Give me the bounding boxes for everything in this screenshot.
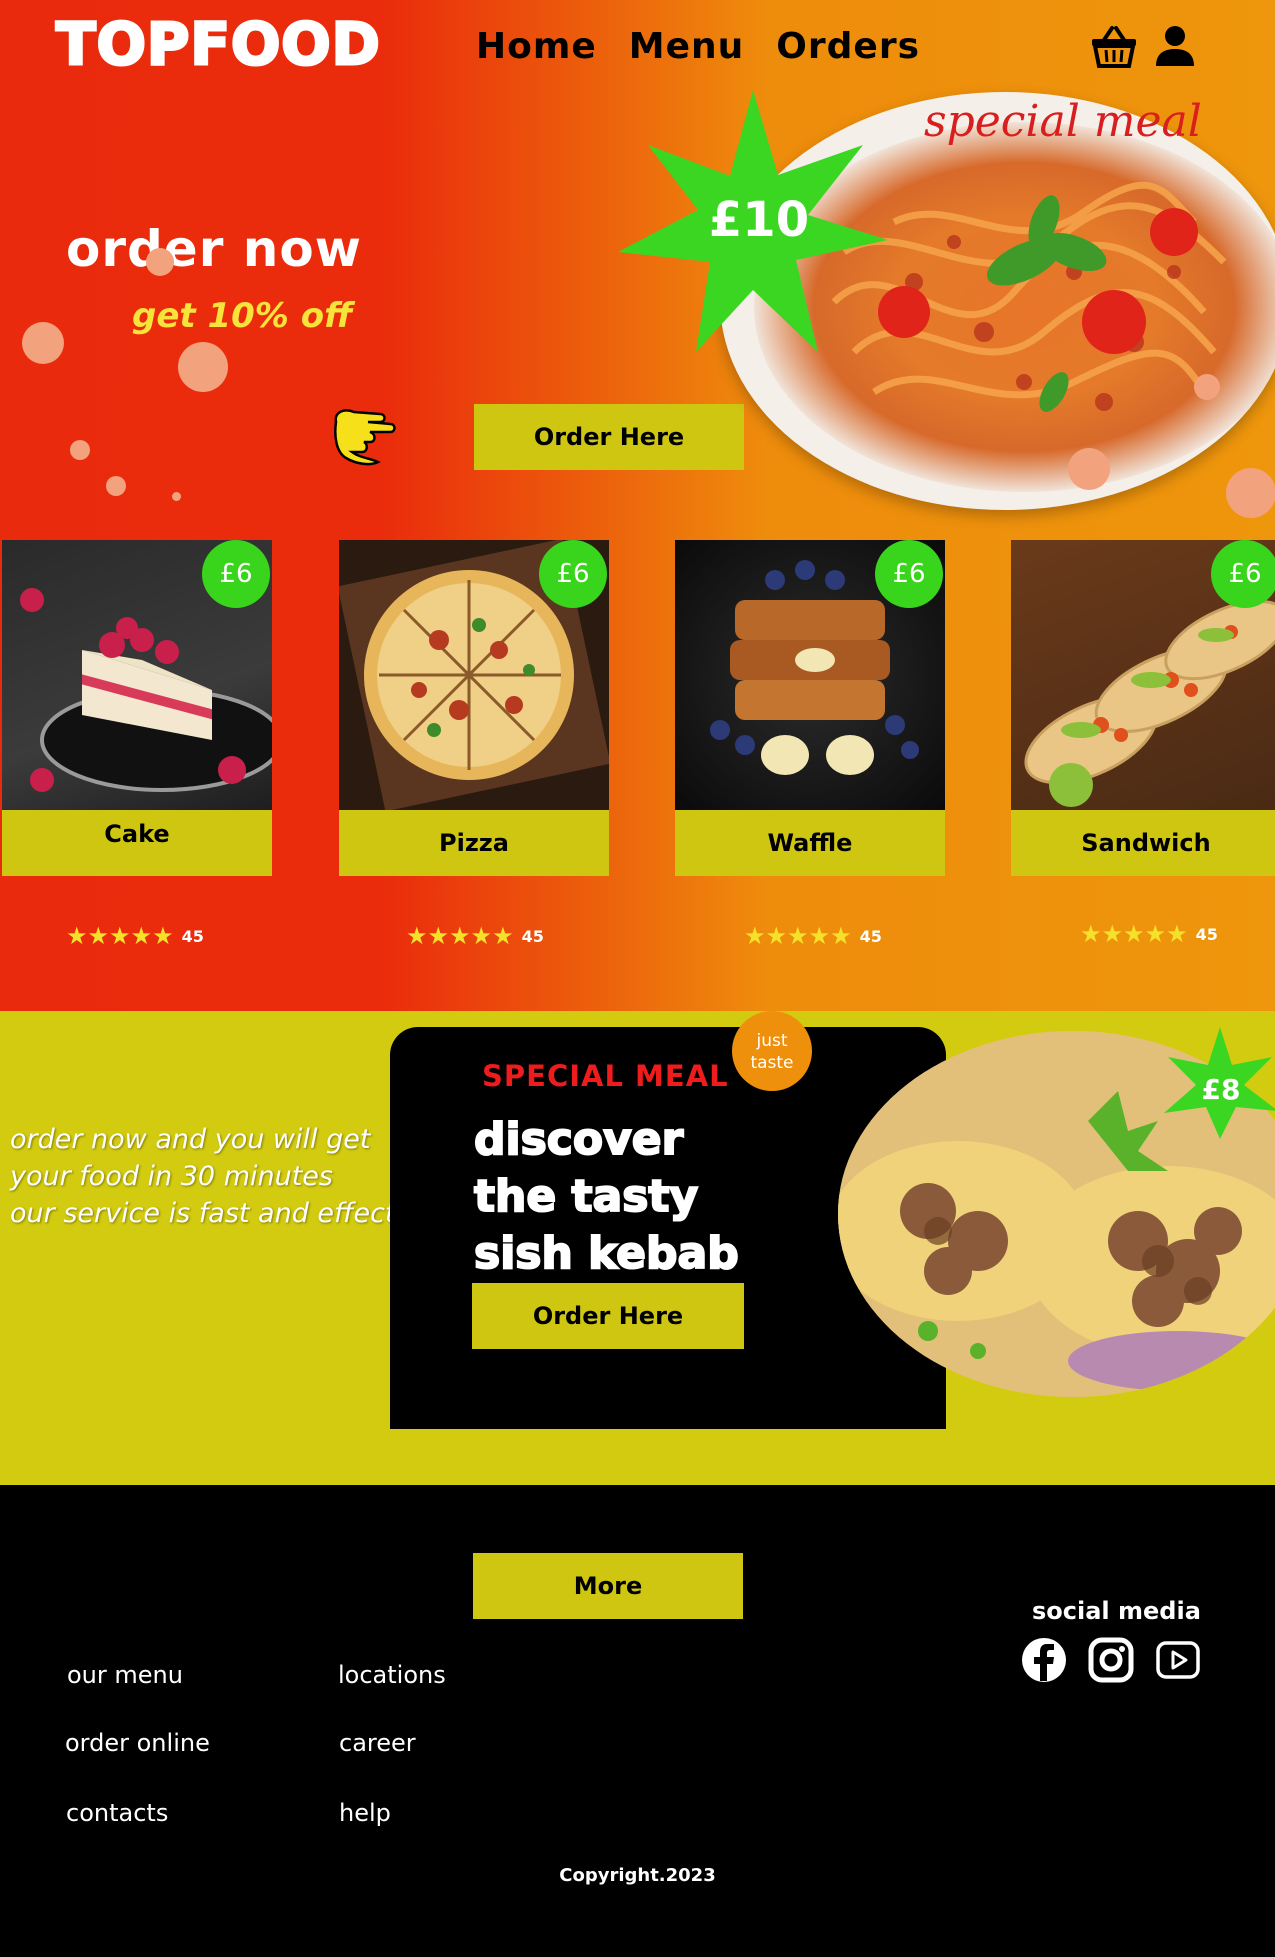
stars-icon: ★★★★★	[406, 922, 514, 950]
instagram-icon[interactable]	[1088, 1637, 1134, 1687]
stars-icon: ★★★★★	[744, 922, 852, 950]
rating-count: 45	[859, 926, 882, 946]
promo-line: your food in 30 minutes	[10, 1161, 333, 1192]
card-title: Pizza	[339, 810, 609, 876]
pizza-image: £6	[339, 540, 609, 810]
rating-sandwich: ★★★★★ 45	[1080, 920, 1218, 948]
basket-icon[interactable]	[1090, 24, 1138, 74]
nav-home[interactable]: Home	[476, 26, 597, 67]
nav-menu[interactable]: Menu	[629, 26, 745, 67]
food-card-waffle[interactable]: £6 Waffle	[675, 540, 945, 876]
hero-special-price: £10	[708, 192, 810, 248]
promo-line: our service is fast and effective	[10, 1198, 436, 1229]
special-meal-section: order now and you will get your food in …	[0, 1011, 1275, 1485]
hero-headline: order now	[66, 220, 362, 278]
footer-link-help[interactable]: help	[339, 1799, 391, 1827]
special-meal-heading: SPECIAL MEAL	[482, 1059, 729, 1093]
rating-count: 45	[521, 926, 544, 946]
food-card-cake[interactable]: £6 Cake	[2, 540, 272, 876]
rating-pizza: ★★★★★ 45	[406, 922, 544, 950]
card-title: Cake	[2, 810, 272, 876]
special-price: £8	[1201, 1073, 1241, 1106]
stars-icon: ★★★★★	[1080, 920, 1188, 948]
main-nav: Home Menu Orders	[476, 26, 920, 67]
waffle-image: £6	[675, 540, 945, 810]
rating-cake: ★★★★★ 45	[66, 922, 204, 950]
facebook-icon[interactable]	[1021, 1637, 1067, 1687]
promo-text: order now and you will get your food in …	[10, 1121, 436, 1232]
more-button[interactable]: More	[473, 1553, 743, 1619]
nav-orders[interactable]: Orders	[776, 26, 920, 67]
price-badge: £6	[202, 540, 270, 608]
decor-bubble	[178, 342, 228, 392]
cake-image: £6	[2, 540, 272, 810]
youtube-icon[interactable]	[1155, 1637, 1201, 1687]
decor-bubble	[1068, 448, 1110, 490]
price-badge: £6	[539, 540, 607, 608]
decor-bubble	[70, 440, 90, 460]
footer: More our menu order online contacts loca…	[0, 1485, 1275, 1957]
special-meal-label: special meal	[924, 96, 1202, 147]
decor-bubble	[22, 322, 64, 364]
sandwich-image: £6	[1011, 540, 1275, 810]
title-line: the tasty	[473, 1170, 699, 1223]
rating-count: 45	[1195, 924, 1218, 944]
price-badge: £6	[1211, 540, 1275, 608]
hero-order-button[interactable]: Order Here	[474, 404, 744, 470]
decor-bubble	[106, 476, 126, 496]
special-order-button[interactable]: Order Here	[472, 1283, 744, 1349]
footer-link-career[interactable]: career	[339, 1729, 416, 1757]
title-line: discover	[473, 1113, 684, 1166]
social-media-title: social media	[1032, 1597, 1201, 1625]
brand-logo[interactable]: TOPFOOD	[55, 9, 382, 80]
decor-bubble	[1226, 468, 1275, 518]
title-line: sish kebab	[473, 1227, 740, 1280]
footer-link-locations[interactable]: locations	[338, 1661, 446, 1689]
stars-icon: ★★★★★	[66, 922, 174, 950]
user-icon[interactable]	[1154, 24, 1196, 72]
decor-bubble	[172, 492, 181, 501]
footer-link-order-online[interactable]: order online	[65, 1729, 210, 1757]
hero-section: TOPFOOD Home Menu Orders order now get 1…	[0, 0, 1275, 1011]
price-badge: £6	[875, 540, 943, 608]
footer-link-contacts[interactable]: contacts	[66, 1799, 168, 1827]
just-taste-badge: just taste	[732, 1011, 812, 1091]
decor-bubble	[146, 248, 174, 276]
food-card-sandwich[interactable]: £6 Sandwich	[1011, 540, 1275, 876]
badge-line: just	[756, 1031, 788, 1051]
footer-link-our-menu[interactable]: our menu	[67, 1661, 183, 1689]
special-meal-title: discover the tasty sish kebab	[473, 1111, 740, 1282]
promo-line: order now and you will get	[10, 1124, 371, 1155]
food-card-pizza[interactable]: £6 Pizza	[339, 540, 609, 876]
card-title: Waffle	[675, 810, 945, 876]
copyright: Copyright.2023	[559, 1865, 716, 1886]
hero-discount: get 10% off	[132, 296, 353, 336]
rating-count: 45	[181, 926, 204, 946]
rating-waffle: ★★★★★ 45	[744, 922, 882, 950]
card-title: Sandwich	[1011, 810, 1275, 876]
badge-line: taste	[750, 1053, 794, 1073]
decor-bubble	[1194, 374, 1220, 400]
pointing-hand-icon	[330, 404, 406, 474]
